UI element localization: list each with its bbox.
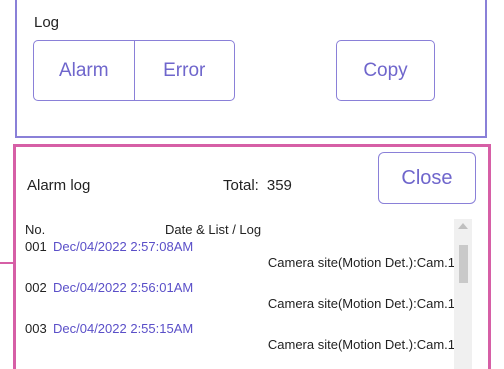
row-event: Camera site(Motion Det.):Cam.1 <box>267 255 455 270</box>
alarm-log-title: Alarm log <box>27 177 91 194</box>
total-value: 359 <box>266 177 292 194</box>
list-item[interactable]: 003 Dec/04/2022 2:55:15AM Camera site(Mo… <box>25 321 455 362</box>
log-panel: Log Alarm Error Copy <box>15 0 487 138</box>
vertical-scrollbar[interactable] <box>454 219 472 369</box>
column-header-no: No. <box>25 222 46 237</box>
log-type-segmented-control: Alarm Error <box>33 40 235 101</box>
total-count: Total: 359 <box>223 177 292 194</box>
alarm-log-panel: Alarm log Total: 359 Close No. Date & Lis… <box>13 144 491 369</box>
alarm-log-list: 001 Dec/04/2022 2:57:08AM Camera site(Mo… <box>25 239 455 362</box>
row-date: Dec/04/2022 2:56:01AM <box>53 280 194 295</box>
log-label: Log <box>34 14 60 31</box>
row-date: Dec/04/2022 2:55:15AM <box>53 321 194 336</box>
row-number: 001 <box>25 239 47 254</box>
callout-connector <box>0 262 13 264</box>
row-date: Dec/04/2022 2:57:08AM <box>53 239 194 254</box>
scroll-up-arrow-icon[interactable] <box>458 223 468 229</box>
scrollbar-thumb[interactable] <box>459 245 468 283</box>
alarm-button[interactable]: Alarm <box>34 41 134 100</box>
row-number: 002 <box>25 280 47 295</box>
error-button[interactable]: Error <box>133 41 235 100</box>
total-label: Total: <box>223 177 259 194</box>
row-event: Camera site(Motion Det.):Cam.1 <box>267 296 455 311</box>
close-button[interactable]: Close <box>378 152 476 204</box>
list-item[interactable]: 002 Dec/04/2022 2:56:01AM Camera site(Mo… <box>25 280 455 321</box>
copy-button[interactable]: Copy <box>336 40 435 101</box>
list-item[interactable]: 001 Dec/04/2022 2:57:08AM Camera site(Mo… <box>25 239 455 280</box>
row-number: 003 <box>25 321 47 336</box>
column-header-date: Date & List / Log <box>165 222 262 237</box>
row-event: Camera site(Motion Det.):Cam.1 <box>267 337 455 352</box>
